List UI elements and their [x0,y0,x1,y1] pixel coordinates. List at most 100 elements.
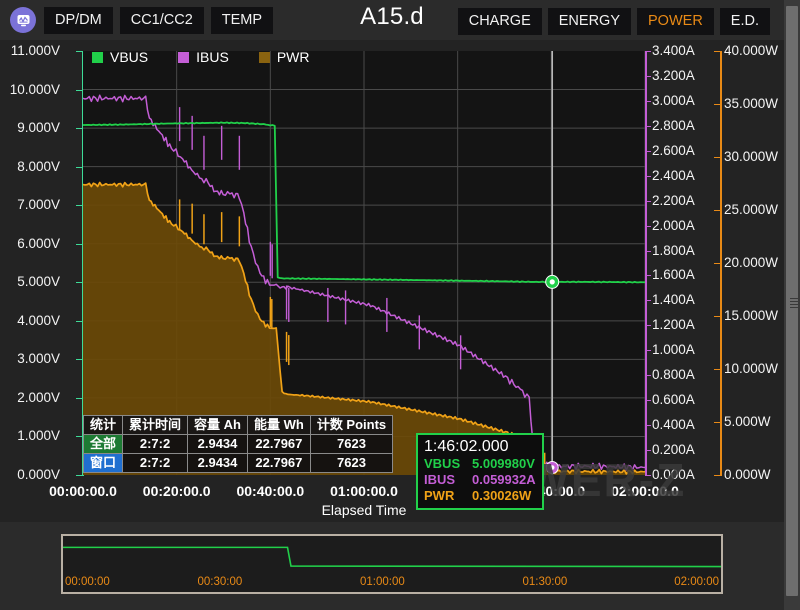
voltage-tick-mark [76,128,83,129]
legend-label-pwr: PWR [277,50,310,65]
cell-all-points: 7623 [310,435,392,454]
navigator-strip[interactable]: 00:00:0000:30:0001:00:0001:30:0002:00:00 [0,522,784,610]
power-tick-label: 5.000W [724,415,771,429]
cell-all-energy: 22.7967 [247,435,310,454]
legend-item-pwr[interactable]: PWR [259,50,310,65]
navigator-track[interactable]: 00:00:0000:30:0001:00:0001:30:0002:00:00 [61,534,723,594]
power-tick-mark [714,263,721,264]
tab-energy[interactable]: ENERGY [548,8,631,35]
navigator-vbus-line [63,547,721,566]
current-tick-label: 2.400A [652,169,695,183]
power-z-chart-window: DP/DM CC1/CC2 TEMP A15.d CHARGE ENERGY P… [0,0,800,610]
current-tick-mark [645,425,651,426]
cell-all-time: 2:7:2 [123,435,188,454]
power-tick-mark [714,157,721,158]
cursor-marker-ibus-core [550,465,555,470]
voltage-tick-mark [76,205,83,206]
power-tick-mark [714,475,721,476]
legend: VBUS IBUS PWR [92,50,339,65]
voltage-tick-mark [76,51,83,52]
voltage-tick-mark [76,398,83,399]
power-tick-mark [714,104,721,105]
readout-row-ibus: IBUS 0.059932A [424,472,536,488]
current-tick-label: 0.000A [652,468,695,482]
x-axis-tick-label: 01:00:00.0 [330,483,398,499]
table-row: 全部 2:7:2 2.9434 22.7967 7623 [84,435,393,454]
tab-power[interactable]: POWER [637,8,714,35]
readout-row-pwr: PWR 0.30026W [424,488,536,504]
voltage-tick-label: 5.000V [17,275,60,289]
navigator-tick-label: 01:00:00 [360,576,405,588]
current-tick-label: 2.200A [652,194,695,208]
power-tick-label: 30.000W [724,150,778,164]
tab-ed[interactable]: E.D. [720,8,770,35]
voltage-tick-mark [76,475,83,476]
navigator-tick-label: 00:30:00 [198,576,243,588]
x-axis-tick-label: 02:00:00.0 [611,483,679,499]
voltage-tick-label: 7.000V [17,198,60,212]
current-tick-mark [645,375,651,376]
current-axis-line [645,51,647,476]
voltage-tick-label: 1.000V [17,429,60,443]
current-tick-mark [645,151,651,152]
vertical-scrollbar[interactable] [784,0,800,610]
voltage-tick-mark [76,436,83,437]
power-tick-label: 35.000W [724,97,778,111]
navigator-tick-label: 02:00:00 [674,576,719,588]
current-tick-mark [645,176,651,177]
current-tick-label: 0.800A [652,368,695,382]
waveform-monitor-icon[interactable] [10,7,36,33]
power-tick-label: 20.000W [724,256,778,270]
power-tick-mark [714,422,721,423]
current-tick-mark [645,350,651,351]
readout-key-vbus: VBUS [424,456,472,472]
power-tick-mark [714,210,721,211]
tab-dp-dm[interactable]: DP/DM [44,7,113,34]
current-tick-label: 1.200A [652,318,695,332]
current-tick-mark [645,325,651,326]
power-tick-label: 25.000W [724,203,778,217]
col-header-capacity: 容量 Ah [188,416,248,435]
current-tick-label: 1.400A [652,293,695,307]
toolbar-right-group: CHARGE ENERGY POWER E.D. [458,8,770,35]
readout-key-pwr: PWR [424,488,472,504]
power-tick-mark [714,316,721,317]
tab-cc1-cc2[interactable]: CC1/CC2 [120,7,204,34]
current-tick-label: 0.600A [652,393,695,407]
current-tick-label: 1.800A [652,244,695,258]
row-label-all: 全部 [84,435,123,454]
current-tick-mark [645,226,651,227]
power-tick-mark [714,369,721,370]
tab-temp[interactable]: TEMP [211,7,273,34]
current-tick-label: 2.800A [652,119,695,133]
power-tick-label: 10.000W [724,362,778,376]
voltage-tick-mark [76,359,83,360]
legend-item-vbus[interactable]: VBUS [92,50,148,65]
current-tick-label: 2.000A [652,219,695,233]
col-header-time: 累计时间 [123,416,188,435]
x-axis-title: Elapsed Time [83,502,645,518]
legend-item-ibus[interactable]: IBUS [178,50,229,65]
readout-key-ibus: IBUS [424,472,472,488]
cell-window-energy: 22.7967 [247,454,310,473]
col-header-points: 计数 Points [310,416,392,435]
cell-window-capacity: 2.9434 [188,454,248,473]
current-tick-mark [645,76,651,77]
cursor-marker-vbus-core [550,279,555,284]
tab-charge[interactable]: CHARGE [458,8,542,35]
current-tick-mark [645,51,651,52]
voltage-tick-label: 4.000V [17,314,60,328]
row-label-window: 窗口 [84,454,123,473]
current-tick-mark [645,475,651,476]
scrollbar-thumb[interactable] [786,6,798,596]
current-tick-mark [645,126,651,127]
plot-area[interactable] [83,51,645,475]
current-tick-label: 0.400A [652,418,695,432]
readout-row-vbus: VBUS 5.009980V [424,456,536,472]
x-axis-tick-label: 00:20:00.0 [143,483,211,499]
chart-panel: 0.000V1.000V2.000V3.000V4.000V5.000V6.00… [0,40,784,522]
current-tick-mark [645,251,651,252]
legend-label-vbus: VBUS [110,50,148,65]
navigator-tick-label: 01:30:00 [523,576,568,588]
power-tick-label: 0.000W [724,468,771,482]
